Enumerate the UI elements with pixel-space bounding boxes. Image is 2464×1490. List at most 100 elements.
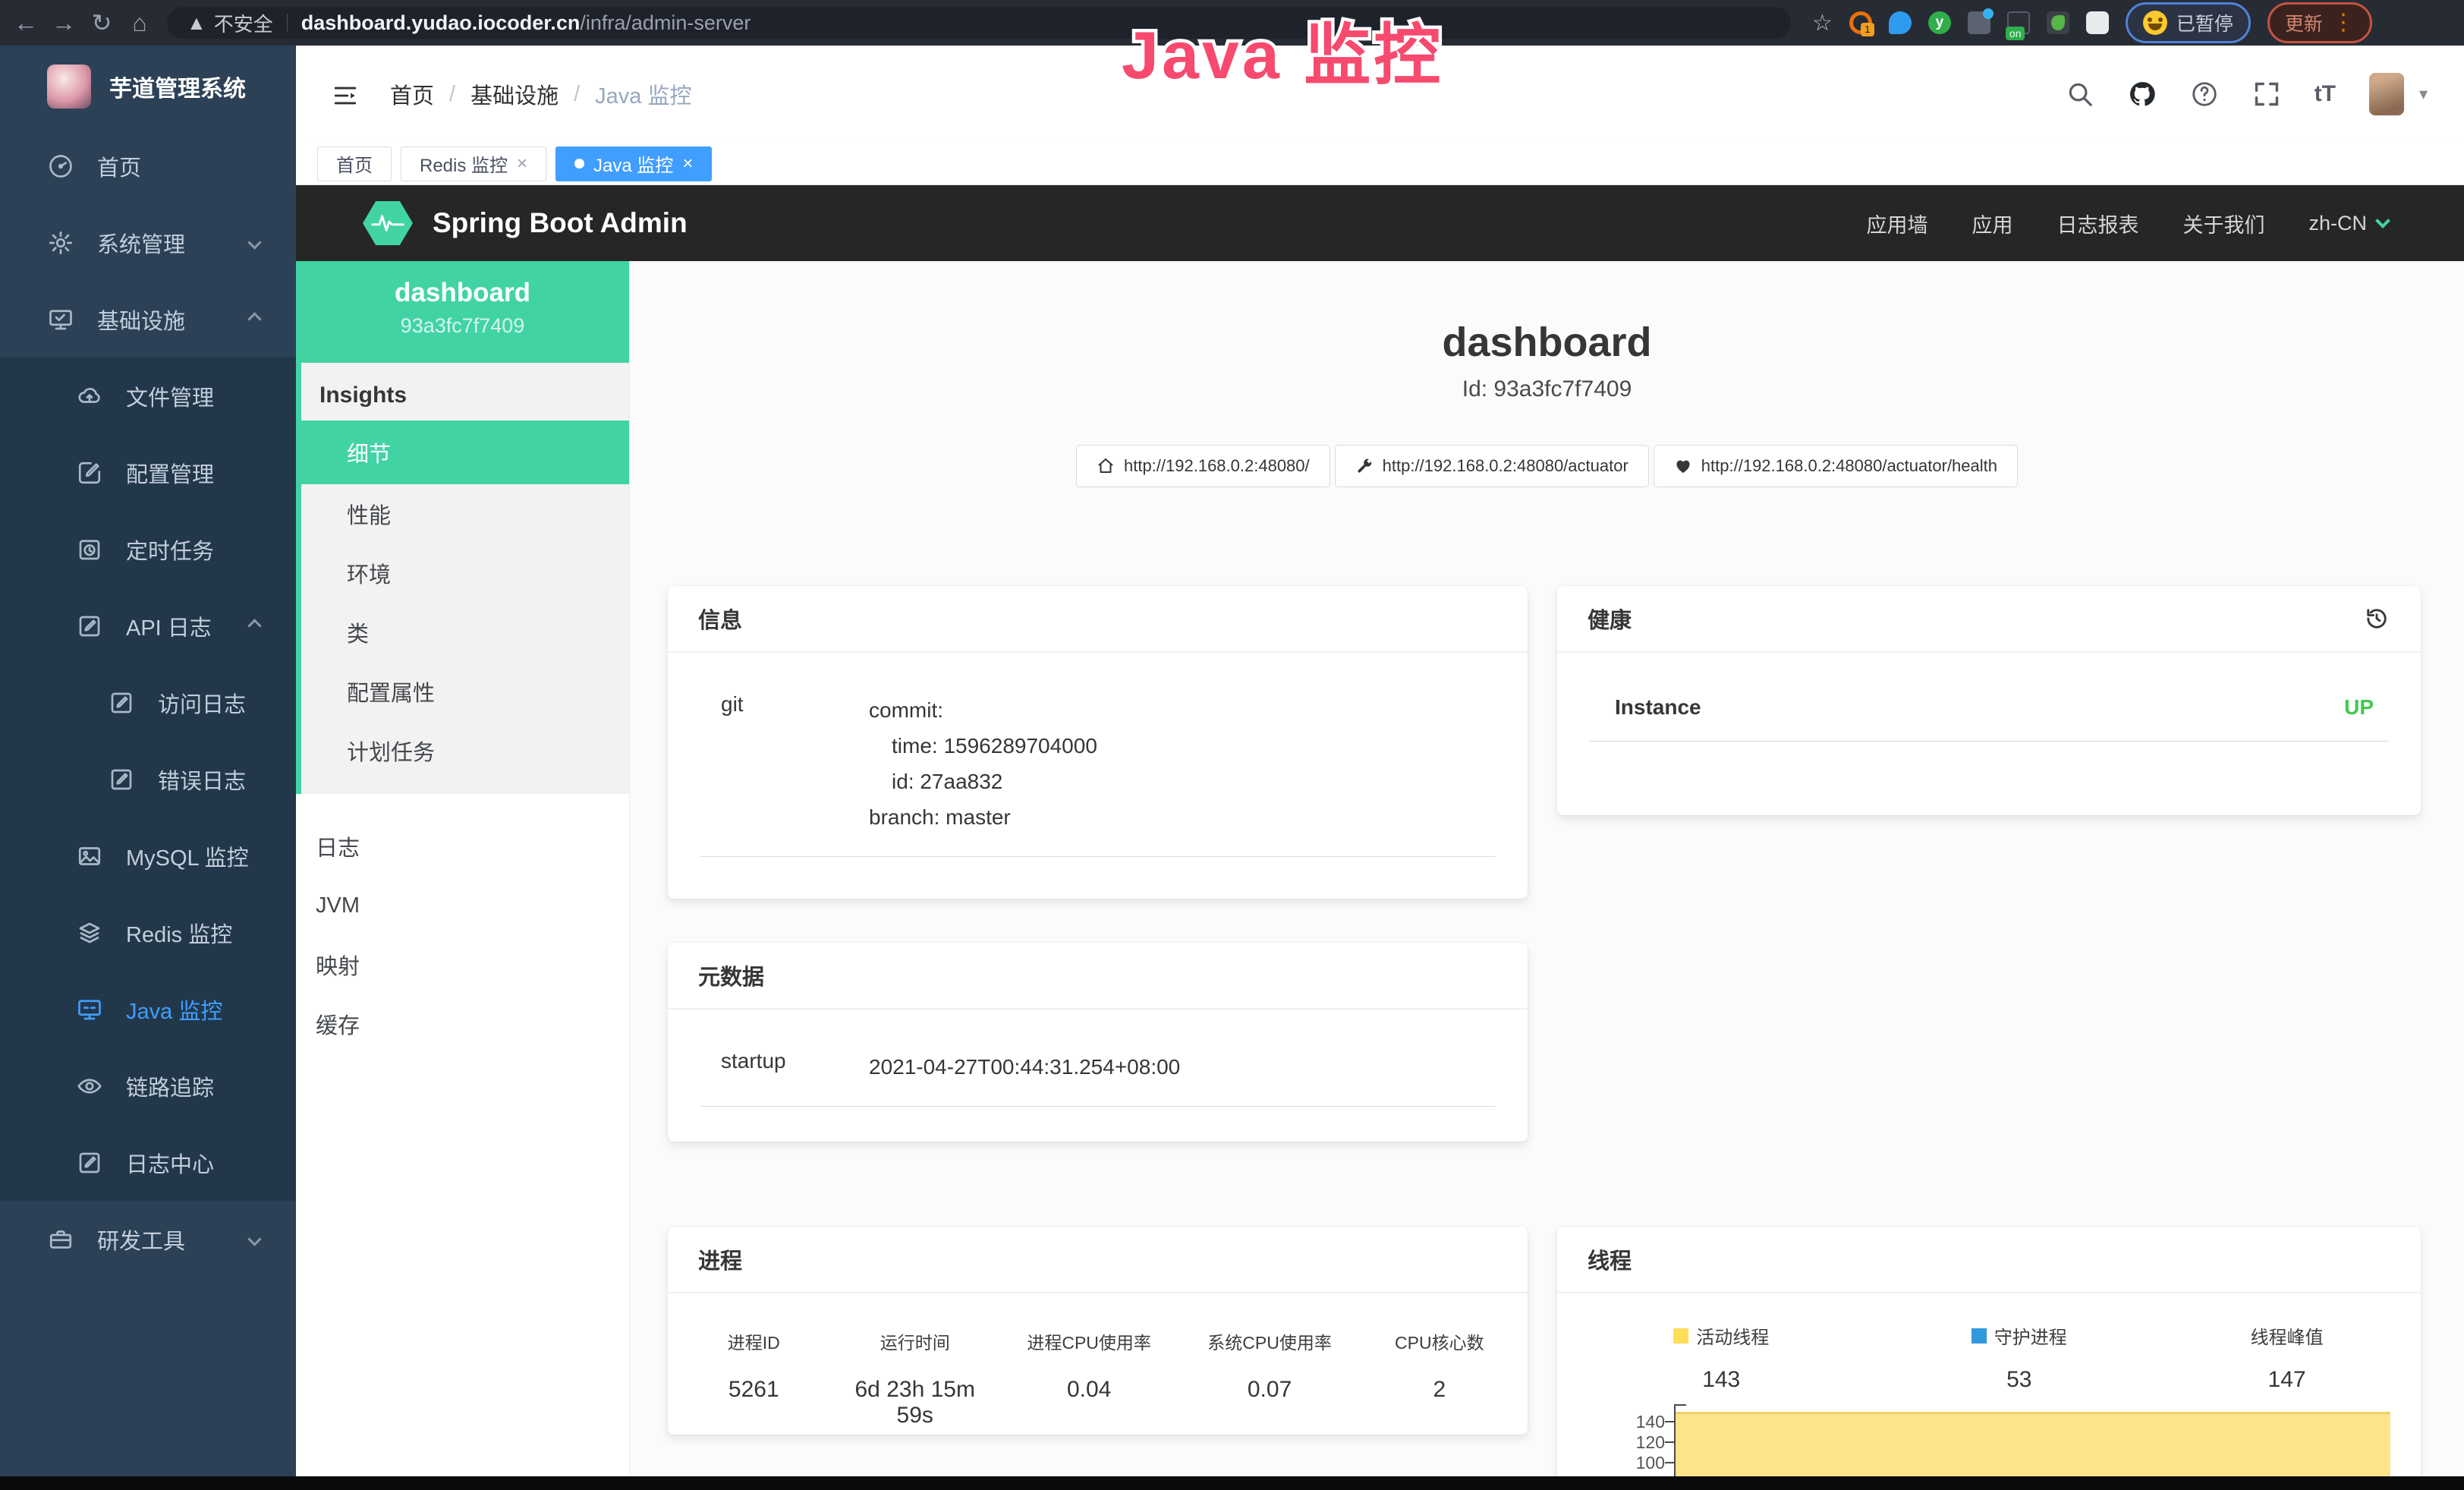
health-url-link[interactable]: http://192.168.0.2:48080/actuator/health: [1654, 445, 2018, 487]
collapse-menu-icon[interactable]: [332, 83, 358, 106]
nav-about[interactable]: 关于我们: [2182, 209, 2264, 238]
reload-icon[interactable]: ↻: [87, 8, 117, 37]
divider: [700, 1106, 1496, 1107]
extension-onetab-icon[interactable]: on: [2007, 11, 2030, 34]
sidebar-item-dev-tools[interactable]: 研发工具: [0, 1201, 296, 1277]
pid-value: 5261: [668, 1377, 840, 1429]
extension-leaf-icon[interactable]: [2047, 11, 2069, 34]
kebab-menu-icon[interactable]: ⋮: [2332, 17, 2355, 30]
instance-header[interactable]: dashboard 93a3fc7f7409: [296, 261, 629, 363]
y-tick: [1665, 1462, 1674, 1463]
link-label: http://192.168.0.2:48080/actuator/health: [1701, 456, 1997, 476]
sidebar-item-label: 文件管理: [126, 380, 214, 412]
breadcrumb-home[interactable]: 首页: [390, 78, 434, 110]
sidebar-item-error-log[interactable]: 错误日志: [0, 741, 296, 817]
extension-pin-icon[interactable]: [1889, 11, 1912, 34]
process-values: 5261 6d 23h 15m 59s 0.04 0.07 2: [668, 1377, 1528, 1429]
sba-nav: 应用墙 应用 日志报表 关于我们 zh-CN: [1866, 209, 2388, 238]
search-icon[interactable]: [2066, 80, 2094, 109]
sidebar-item-files[interactable]: 文件管理: [0, 358, 296, 434]
process-card: 进程 进程ID 运行时间 进程CPU使用率 系统CPU使用率 CPU核心数 52…: [668, 1227, 1528, 1435]
nav-wallboard[interactable]: 应用墙: [1866, 209, 1927, 238]
sidebar-item-config[interactable]: 配置管理: [0, 434, 296, 511]
tab-home[interactable]: 首页: [317, 146, 392, 181]
update-label: 更新: [2285, 9, 2323, 36]
service-url-link[interactable]: http://192.168.0.2:48080/: [1076, 445, 1330, 487]
history-icon[interactable]: [2363, 605, 2390, 632]
y-tick-label: 120: [1625, 1432, 1665, 1453]
paused-badge[interactable]: 已暂停: [2126, 2, 2251, 43]
sba-item-scheduled-tasks[interactable]: 计划任务: [301, 721, 629, 780]
sidebar-item-label: 研发工具: [97, 1224, 185, 1255]
y-tick: [1665, 1441, 1674, 1443]
sba-item-config-props[interactable]: 配置属性: [301, 662, 629, 721]
nav-journal[interactable]: 日志报表: [2056, 209, 2138, 238]
active-dot-icon: [574, 159, 584, 169]
update-button[interactable]: 更新 ⋮: [2267, 2, 2372, 43]
sba-brand[interactable]: Spring Boot Admin: [433, 207, 688, 239]
card-title: 信息: [668, 586, 1528, 653]
avatar[interactable]: [2369, 73, 2404, 115]
threads-legend: 活动线程 守护进程 线程峰值: [1557, 1322, 2421, 1349]
sidebar-item-system[interactable]: 系统管理: [0, 204, 296, 281]
font-size-icon[interactable]: tT: [2315, 81, 2336, 107]
close-icon[interactable]: [517, 153, 527, 175]
sba-item-mappings[interactable]: 映射: [296, 935, 629, 994]
card-title: 健康: [1588, 603, 1632, 635]
sidebar-item-jobs[interactable]: 定时任务: [0, 511, 296, 587]
fullscreen-icon[interactable]: [2252, 80, 2281, 109]
sba-item-logs[interactable]: 日志: [296, 817, 629, 876]
bookmark-star-icon[interactable]: ☆: [1812, 10, 1833, 36]
sidebar-item-redis[interactable]: Redis 监控: [0, 894, 296, 971]
warning-icon: ▲: [187, 11, 206, 35]
health-instance-label: Instance: [1615, 695, 1701, 720]
schedule-icon: [76, 536, 103, 563]
sba-item-environment[interactable]: 环境: [301, 543, 629, 603]
sba-item-caches[interactable]: 缓存: [296, 994, 629, 1054]
extension-grid-icon[interactable]: [1968, 11, 1990, 34]
sba-item-metrics[interactable]: 性能: [301, 484, 629, 543]
process-cpu-value: 0.04: [990, 1377, 1188, 1429]
legend-blue-icon: [1972, 1328, 1987, 1344]
app-logo-row[interactable]: 芋道管理系统: [0, 46, 296, 128]
sidebar-item-java-monitor[interactable]: Java 监控: [0, 971, 296, 1047]
info-key: git: [721, 692, 869, 835]
forward-icon[interactable]: →: [49, 9, 79, 37]
sidebar-item-infra[interactable]: 基础设施: [0, 281, 296, 358]
locale-select[interactable]: zh-CN: [2308, 212, 2388, 235]
extensions-puzzle-icon[interactable]: [2086, 11, 2109, 34]
extension-y-icon[interactable]: y: [1928, 11, 1951, 34]
sba-root-items: 日志 JVM 映射 缓存: [296, 794, 629, 1054]
address-bar[interactable]: ▲ 不安全 dashboard.yudao.iocoder.cn /infra/…: [167, 7, 1791, 39]
back-icon[interactable]: ←: [11, 9, 41, 37]
breadcrumb-separator: [574, 82, 580, 107]
tab-redis-monitor[interactable]: Redis 监控: [401, 146, 546, 181]
app-logo: [47, 65, 91, 109]
sba-item-jvm[interactable]: JVM: [296, 876, 629, 935]
tab-java-monitor[interactable]: Java 监控: [555, 146, 712, 181]
sidebar-item-access-log[interactable]: 访问日志: [0, 664, 296, 741]
chevron-down-icon: [247, 1232, 261, 1246]
chevron-down-icon[interactable]: ▾: [2419, 84, 2428, 104]
breadcrumb-infra[interactable]: 基础设施: [470, 78, 559, 110]
sidebar-item-tracing[interactable]: 链路追踪: [0, 1047, 296, 1124]
security-label[interactable]: 不安全: [214, 9, 273, 37]
sidebar-item-home[interactable]: 首页: [0, 128, 296, 204]
help-icon[interactable]: [2190, 80, 2219, 109]
eye-icon: [76, 1073, 103, 1100]
sidebar-item-api-log[interactable]: API 日志: [0, 587, 296, 664]
sidebar-item-label: 访问日志: [158, 687, 246, 719]
sba-item-details[interactable]: 细节: [296, 421, 629, 484]
sba-item-classes[interactable]: 类: [301, 603, 629, 662]
close-icon[interactable]: [682, 153, 693, 175]
github-icon[interactable]: [2128, 80, 2157, 109]
extension-orange-icon[interactable]: 1: [1849, 11, 1872, 34]
legend-yellow-icon: [1673, 1328, 1688, 1344]
process-headers: 进程ID 运行时间 进程CPU使用率 系统CPU使用率 CPU核心数: [668, 1328, 1528, 1354]
home-icon[interactable]: ⌂: [124, 9, 155, 37]
actuator-url-link[interactable]: http://192.168.0.2:48080/actuator: [1335, 445, 1649, 487]
sidebar-item-mysql[interactable]: MySQL 监控: [0, 817, 296, 894]
sidebar-item-label: 配置管理: [126, 457, 214, 489]
sidebar-item-log-center[interactable]: 日志中心: [0, 1124, 296, 1201]
nav-applications[interactable]: 应用: [1972, 209, 2012, 238]
